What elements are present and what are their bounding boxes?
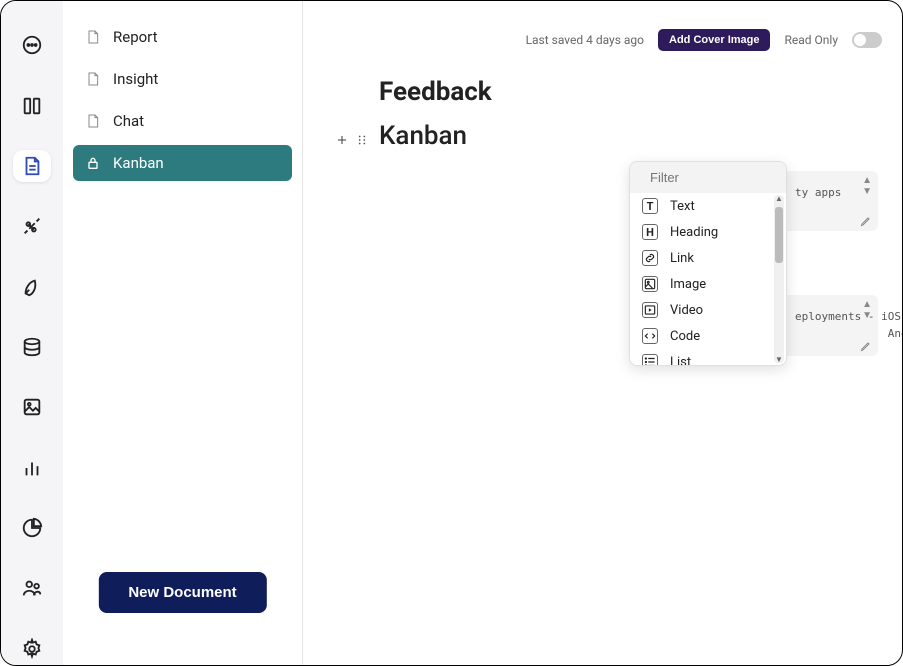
card-scroll-controls[interactable]: ▲ ▼ (862, 299, 872, 321)
document-icon (21, 155, 43, 177)
dropdown-item-video[interactable]: Video (630, 297, 786, 323)
video-icon (642, 302, 658, 318)
columns-icon (21, 95, 43, 117)
filter-input[interactable] (650, 170, 787, 185)
sidebar-item-report[interactable]: Report (73, 19, 292, 55)
sidebar-item-label: Kanban (113, 154, 164, 172)
scrollbar-thumb[interactable] (775, 207, 783, 263)
bar-chart-icon (21, 457, 43, 479)
document-title: Feedback (379, 77, 882, 107)
last-saved-text: Last saved 4 days ago (526, 33, 644, 47)
rail-plugin[interactable] (13, 210, 51, 242)
edit-icon[interactable] (860, 340, 872, 352)
image-icon (21, 396, 43, 418)
dropdown-item-label: Link (670, 251, 694, 266)
chevron-down-icon[interactable]: ▼ (862, 310, 872, 321)
add-block-icon[interactable] (335, 133, 349, 147)
readonly-label: Read Only (784, 33, 838, 47)
card-scroll-controls[interactable]: ▲ ▼ (862, 175, 872, 197)
heading-icon: H (642, 224, 658, 240)
dropdown-item-code[interactable]: Code (630, 323, 786, 349)
dropdown-item-label: List (670, 355, 691, 367)
add-cover-image-button[interactable]: Add Cover Image (658, 29, 770, 51)
chevron-up-icon[interactable]: ▲ (862, 175, 872, 186)
code-icon (642, 328, 658, 344)
rail-settings[interactable] (13, 633, 51, 665)
sidebar-item-label: Chat (113, 112, 144, 130)
readonly-toggle[interactable] (852, 32, 882, 48)
dropdown-search (630, 162, 786, 193)
chevron-down-icon[interactable]: ▼ (862, 186, 872, 197)
document-list: Report Insight Chat Kanban (73, 19, 292, 181)
topbar: Last saved 4 days ago Add Cover Image Re… (526, 29, 882, 51)
rail-image[interactable] (13, 391, 51, 423)
card-text: eployments - iOS and Android app. Androi… (795, 309, 866, 342)
content-card[interactable]: ty apps ▲ ▼ (783, 171, 878, 231)
rail-users[interactable] (13, 572, 51, 604)
main-content: Last saved 4 days ago Add Cover Image Re… (303, 1, 902, 665)
chat-bubble-icon (21, 34, 43, 56)
image-icon (642, 276, 658, 292)
sidebar-item-label: Report (113, 28, 158, 46)
dropdown-item-link[interactable]: Link (630, 245, 786, 271)
block-handles (335, 133, 369, 147)
insert-block-dropdown: T Text H Heading Link Image Video (629, 161, 787, 366)
sidebar-item-chat[interactable]: Chat (73, 103, 292, 139)
users-icon (21, 577, 43, 599)
list-icon (642, 354, 658, 366)
plug-icon (21, 215, 43, 237)
content-card[interactable]: eployments - iOS and Android app. Androi… (783, 295, 878, 356)
sidebar-item-insight[interactable]: Insight (73, 61, 292, 97)
dropdown-item-list[interactable]: List (630, 349, 786, 366)
block-row: Kanban (379, 121, 882, 151)
rail-pie[interactable] (13, 512, 51, 544)
dropdown-item-image[interactable]: Image (630, 271, 786, 297)
app-frame: Report Insight Chat Kanban New Document … (0, 0, 903, 666)
dropdown-scrollbar[interactable] (774, 195, 784, 363)
dropdown-item-label: Video (670, 303, 703, 318)
content-cards: ty apps ▲ ▼ eployments - iOS and Android… (783, 171, 878, 356)
dropdown-item-heading[interactable]: H Heading (630, 219, 786, 245)
rail-chat[interactable] (13, 29, 51, 61)
sidebar-item-kanban[interactable]: Kanban (73, 145, 292, 181)
card-text: ty apps (795, 185, 866, 202)
rocket-icon (21, 276, 43, 298)
rail-analytics[interactable] (13, 452, 51, 484)
file-icon (85, 112, 101, 130)
sidebar-item-label: Insight (113, 70, 158, 88)
dropdown-item-label: Heading (670, 225, 718, 240)
pie-chart-icon (21, 517, 43, 539)
file-icon (85, 70, 101, 88)
dropdown-item-text[interactable]: T Text (630, 193, 786, 219)
new-document-button[interactable]: New Document (98, 572, 266, 613)
icon-rail (1, 1, 63, 665)
rail-columns[interactable] (13, 89, 51, 121)
rail-database[interactable] (13, 331, 51, 363)
dropdown-item-label: Text (670, 199, 695, 214)
file-icon (85, 28, 101, 46)
link-icon (642, 250, 658, 266)
chevron-up-icon[interactable]: ▲ (862, 299, 872, 310)
rail-document[interactable] (13, 150, 51, 182)
dropdown-item-label: Code (670, 329, 700, 344)
database-icon (21, 336, 43, 358)
gear-icon (21, 638, 43, 660)
dropdown-list: T Text H Heading Link Image Video (630, 193, 786, 365)
document-body: Feedback Kanban (303, 1, 902, 151)
block-title[interactable]: Kanban (379, 121, 467, 151)
dropdown-item-label: Image (670, 277, 706, 292)
edit-icon[interactable] (860, 215, 872, 227)
text-icon: T (642, 198, 658, 214)
lock-icon (85, 154, 101, 172)
rail-rocket[interactable] (13, 270, 51, 302)
drag-handle-icon[interactable] (355, 133, 369, 147)
sidebar: Report Insight Chat Kanban New Document (63, 1, 303, 665)
